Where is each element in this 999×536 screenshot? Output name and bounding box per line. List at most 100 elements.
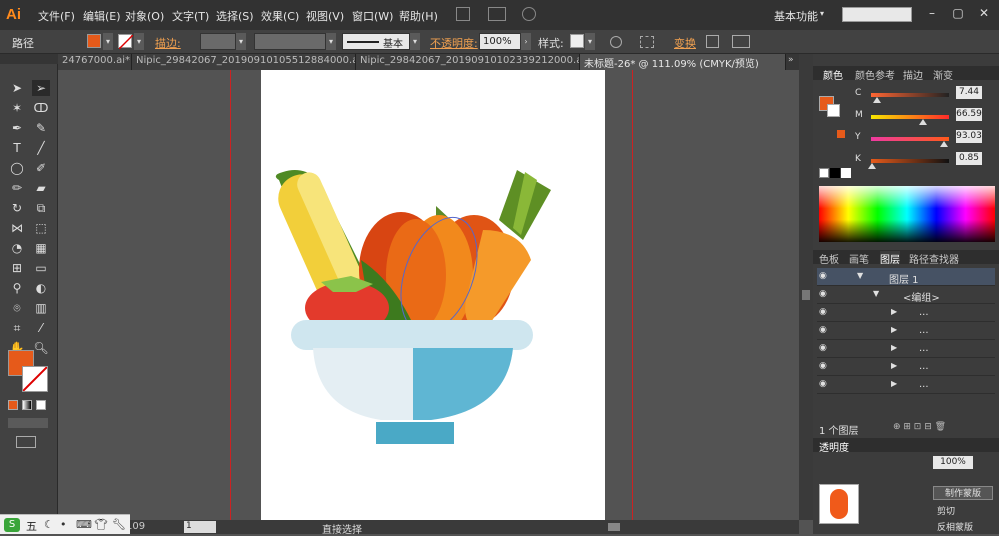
opacity-label[interactable]: 不透明度:	[430, 35, 478, 51]
type-tool-icon[interactable]: T	[8, 140, 26, 156]
tab-pathfinder[interactable]: 路径查找器	[909, 251, 959, 266]
color-stroke-swatch[interactable]	[827, 104, 840, 117]
channel-k-slider[interactable]	[867, 159, 949, 169]
scroll-thumb[interactable]	[802, 290, 810, 300]
expand-arrow-icon[interactable]: ▶	[891, 361, 897, 370]
menu-type[interactable]: 文字(T)	[172, 8, 209, 24]
screen-mode-icon[interactable]	[16, 436, 36, 448]
eraser-icon[interactable]: ▰	[32, 180, 50, 196]
ime-punctuation-icon[interactable]: •	[60, 518, 67, 531]
tab-stroke[interactable]: 描边	[903, 67, 923, 82]
transparency-opacity[interactable]: 100%	[933, 456, 973, 469]
layer-row[interactable]: ◉ ▶ ...	[817, 304, 995, 322]
doc-tab[interactable]: Nipic_29842067_20190910105512884000.ai*	[132, 54, 356, 70]
bridge-icon[interactable]	[456, 7, 470, 21]
black-swatch[interactable]	[830, 168, 840, 178]
minimize-icon[interactable]: –	[924, 6, 940, 22]
menu-file[interactable]: 文件(F)	[38, 8, 75, 24]
menu-edit[interactable]: 编辑(E)	[83, 8, 121, 24]
menu-view[interactable]: 视图(V)	[306, 8, 344, 24]
tab-color[interactable]: 颜色	[823, 67, 843, 82]
eye-icon[interactable]: ◉	[819, 325, 827, 335]
gradient-tool-icon[interactable]: ▭	[32, 260, 50, 276]
out-of-gamut-icon[interactable]	[837, 130, 845, 138]
recolor-artwork-icon[interactable]	[610, 36, 622, 48]
free-transform-icon[interactable]: ⬚	[32, 220, 50, 236]
curvature-tool-icon[interactable]: ✎	[32, 120, 50, 136]
selection-tool-icon[interactable]: ➤	[8, 80, 26, 96]
tab-transparency[interactable]: 透明度	[819, 439, 849, 454]
channel-y-value[interactable]: 93.03	[956, 130, 982, 143]
pencil-tool-icon[interactable]: ✏	[8, 180, 26, 196]
channel-k-value[interactable]: 0.85	[956, 152, 982, 165]
eye-icon[interactable]: ◉	[819, 379, 827, 389]
chevron-down-icon[interactable]: ▾	[134, 33, 144, 50]
scale-tool-icon[interactable]: ⧉	[32, 200, 50, 216]
doc-tab[interactable]: Nipic_29842067_20190910102339212000.ai*	[356, 54, 580, 70]
menu-help[interactable]: 帮助(H)	[399, 8, 438, 24]
channel-m-slider[interactable]	[871, 115, 949, 125]
gradient-mode-icon[interactable]	[22, 400, 32, 410]
panel-menu-icon[interactable]	[732, 35, 750, 48]
channel-m-knob[interactable]	[918, 119, 927, 125]
tab-color-guide[interactable]: 颜色参考	[855, 67, 895, 82]
rotate-tool-icon[interactable]: ↻	[8, 200, 26, 216]
menu-select[interactable]: 选择(S)	[216, 8, 254, 24]
layer-name[interactable]: ...	[919, 361, 929, 372]
eye-icon[interactable]: ◉	[819, 271, 827, 281]
drawing-modes-icon[interactable]	[8, 418, 48, 428]
layer-row[interactable]: ◉ ▶ ...	[817, 340, 995, 358]
layer-row[interactable]: ◉ ▼ <编组>	[817, 286, 995, 304]
shape-builder-icon[interactable]: ◔	[8, 240, 26, 256]
transform-link[interactable]: 变换	[674, 35, 696, 51]
toolbar-grip[interactable]	[0, 54, 58, 64]
expand-arrow-icon[interactable]: ▶	[891, 307, 897, 316]
h-scroll-thumb[interactable]	[608, 523, 620, 531]
graphic-style-swatch[interactable]	[570, 34, 584, 48]
isolate-icon[interactable]	[706, 35, 719, 48]
clip-checkbox[interactable]: 剪切	[937, 504, 955, 517]
eye-icon[interactable]: ◉	[819, 343, 827, 353]
eyedropper-icon[interactable]: ⚲	[8, 280, 26, 296]
eye-icon[interactable]: ◉	[819, 289, 827, 299]
chevron-down-icon[interactable]: ▾	[820, 9, 824, 18]
make-mask-button[interactable]: 制作蒙版	[933, 486, 993, 500]
channel-m-value[interactable]: 66.59	[956, 108, 982, 121]
ime-logo-icon[interactable]: S	[4, 518, 20, 532]
tab-layers[interactable]: 图层	[880, 251, 900, 266]
ime-moon-icon[interactable]: ☾	[44, 518, 54, 531]
channel-y-slider[interactable]	[871, 137, 949, 147]
expand-arrow-icon[interactable]: ▼	[857, 271, 863, 280]
pen-tool-icon[interactable]: ✒	[8, 120, 26, 136]
layer-name[interactable]: <编组>	[903, 289, 940, 304]
artboard-number[interactable]: 1	[184, 521, 216, 533]
stroke-color-box[interactable]	[22, 366, 48, 392]
arrange-documents-icon[interactable]	[488, 7, 506, 21]
stroke-weight-field[interactable]	[200, 33, 236, 50]
eye-icon[interactable]: ◉	[819, 361, 827, 371]
color-mode-icon[interactable]	[8, 400, 18, 410]
layer-row[interactable]: ◉ ▼ 图层 1	[817, 268, 995, 286]
slice-tool-icon[interactable]: ⁄	[32, 320, 50, 336]
zoom-tool-icon[interactable]: 🔍︎	[32, 340, 50, 356]
doc-tab-active[interactable]: 未标题-26* @ 111.09% (CMYK/预览)	[580, 54, 786, 70]
ellipse-tool-icon[interactable]: ◯	[8, 160, 26, 176]
invert-mask-checkbox[interactable]: 反相蒙版	[937, 520, 973, 533]
doc-tab[interactable]: 24767000.ai*	[58, 54, 132, 70]
opacity-field[interactable]: 100%	[479, 33, 521, 50]
paintbrush-icon[interactable]: ✐	[32, 160, 50, 176]
ime-skin-icon[interactable]: 👕︎	[94, 518, 108, 531]
menu-object[interactable]: 对象(O)	[125, 8, 164, 24]
menu-effect[interactable]: 效果(C)	[261, 8, 299, 24]
tab-gradient[interactable]: 渐变	[933, 67, 953, 82]
channel-c-knob[interactable]	[872, 97, 881, 103]
workspace-switcher[interactable]: 基本功能	[774, 8, 818, 24]
ime-mode[interactable]: 五	[26, 518, 37, 534]
none-swatch[interactable]	[819, 168, 829, 178]
chevron-right-icon[interactable]: ›	[521, 33, 531, 50]
vertical-scrollbar[interactable]	[799, 54, 813, 520]
maximize-icon[interactable]: ▢	[950, 6, 966, 22]
channel-y-knob[interactable]	[939, 141, 948, 147]
layer-row[interactable]: ◉ ▶ ...	[817, 358, 995, 376]
tab-overflow-icon[interactable]: »	[788, 55, 794, 65]
